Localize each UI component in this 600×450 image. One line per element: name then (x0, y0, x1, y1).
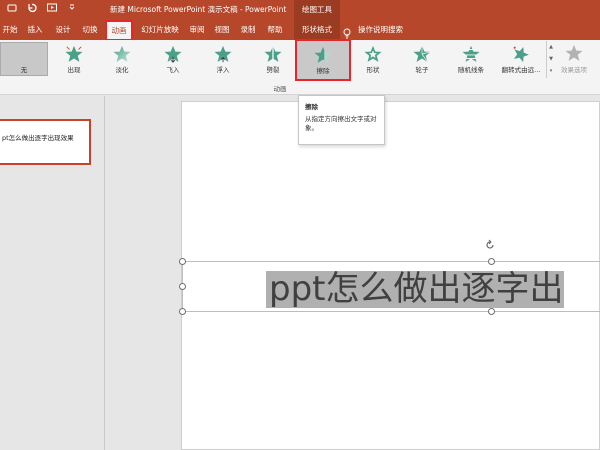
gallery-scrollbar: ▲ ▼ ▾ (546, 41, 555, 78)
resize-handle-bottom-left[interactable] (179, 308, 186, 315)
effect-label: 轮子 (415, 66, 429, 74)
effect-label: 浮入 (216, 66, 230, 74)
tab-slideshow[interactable]: 幻灯片放映 (136, 21, 184, 38)
shape-icon (364, 45, 382, 62)
ribbon-tab-bar: 开始 插入 设计 切换 动画 幻灯片放映 审阅 视图 录制 帮助 形状格式 操作… (0, 19, 600, 41)
resize-handle-top-left[interactable] (179, 258, 186, 265)
presenter-icon[interactable] (44, 2, 60, 18)
effect-label: 出现 (67, 66, 81, 74)
tell-me-search[interactable]: 操作说明搜索 (358, 21, 403, 38)
tab-shape-format[interactable]: 形状格式 (294, 19, 340, 40)
tab-insert[interactable]: 插入 (24, 21, 46, 38)
effect-float-in[interactable]: 浮入 (206, 40, 240, 80)
effect-wipe[interactable]: 擦除 (295, 39, 351, 81)
tab-transitions[interactable]: 切换 (79, 21, 101, 38)
effect-grow-turn[interactable]: 翻转式由远... (497, 40, 545, 80)
gallery-more-icon[interactable]: ▾ (547, 65, 555, 77)
appear-icon (65, 45, 83, 62)
effect-split[interactable]: 劈裂 (256, 40, 290, 80)
rotate-handle-icon[interactable] (484, 236, 496, 249)
effect-label: 擦除 (316, 67, 330, 75)
effect-label: 翻转式由远... (501, 66, 541, 74)
autosave-icon[interactable] (4, 2, 20, 18)
effect-label: 劈裂 (266, 66, 280, 74)
effect-label: 淡化 (115, 66, 129, 74)
effect-appear[interactable]: 出现 (57, 40, 91, 80)
tooltip-description: 从指定方向擦出文字或对象。 (305, 115, 377, 132)
wheel-icon (413, 45, 431, 63)
effect-random-bars[interactable]: 随机线条 (450, 40, 492, 80)
tooltip-title: 擦除 (305, 103, 318, 111)
wipe-icon (314, 46, 332, 63)
fade-icon (113, 45, 131, 62)
effect-shape[interactable]: 形状 (356, 40, 390, 80)
random-bars-icon (462, 45, 480, 62)
effect-label: 无 (20, 66, 28, 74)
tab-animations[interactable]: 动画 (105, 20, 133, 41)
thumbnail-text: pt怎么做出逐字出现效果 (2, 134, 74, 142)
lightbulb-icon (343, 24, 351, 39)
tab-record[interactable]: 录制 (238, 21, 258, 38)
resize-handle-top-middle[interactable] (488, 258, 495, 265)
tab-view[interactable]: 视图 (212, 21, 232, 38)
slide-thumbnail-pane: pt怎么做出逐字出现效果 (0, 96, 105, 450)
wipe-tooltip: 擦除 从指定方向擦出文字或对象。 (298, 95, 385, 145)
quick-access-toolbar (0, 0, 80, 19)
tab-review[interactable]: 审阅 (187, 21, 207, 38)
resize-handle-bottom-middle[interactable] (488, 308, 495, 315)
slide-canvas[interactable]: ppt怎么做出逐字出 (179, 101, 600, 450)
fly-in-icon (164, 45, 182, 63)
effect-label: 形状 (366, 66, 380, 74)
undo-icon[interactable] (24, 2, 40, 18)
slide-thumbnail[interactable]: pt怎么做出逐字出现效果 (0, 119, 91, 165)
slide-title-text[interactable]: ppt怎么做出逐字出 (266, 271, 564, 308)
effect-none[interactable]: 无 (0, 42, 48, 76)
title-textbox[interactable]: ppt怎么做出逐字出 (179, 258, 600, 315)
tab-design[interactable]: 设计 (52, 21, 74, 38)
effect-fly-in[interactable]: 飞入 (156, 40, 190, 80)
animations-ribbon: 无 出现 淡化 飞入 浮入 劈裂 擦除 形状 轮子 随机线条 翻转式由远... … (0, 39, 600, 95)
tab-help[interactable]: 帮助 (264, 21, 286, 38)
ribbon-group-label: 动画 (273, 85, 287, 93)
effect-fade[interactable]: 淡化 (105, 40, 139, 80)
effect-options-label: 效果选项 (561, 66, 587, 74)
effect-options-icon (565, 44, 583, 61)
float-in-icon (214, 45, 232, 63)
tool-tab-title: 绘图工具 (294, 0, 340, 19)
effect-options-button[interactable]: 效果选项 (556, 40, 592, 80)
grow-turn-icon (513, 46, 529, 63)
resize-handle-middle-left[interactable] (179, 283, 186, 290)
customize-icon[interactable] (64, 2, 80, 18)
effect-wheel[interactable]: 轮子 (405, 40, 439, 80)
title-bar: 新建 Microsoft PowerPoint 演示文稿 - PowerPoin… (0, 0, 600, 19)
split-icon (264, 45, 282, 63)
tab-home[interactable]: 开始 (0, 21, 20, 38)
effect-label: 飞入 (166, 66, 180, 74)
scroll-down-icon[interactable]: ▼ (547, 53, 555, 65)
scroll-up-icon[interactable]: ▲ (547, 41, 555, 53)
effect-label: 随机线条 (458, 66, 484, 74)
